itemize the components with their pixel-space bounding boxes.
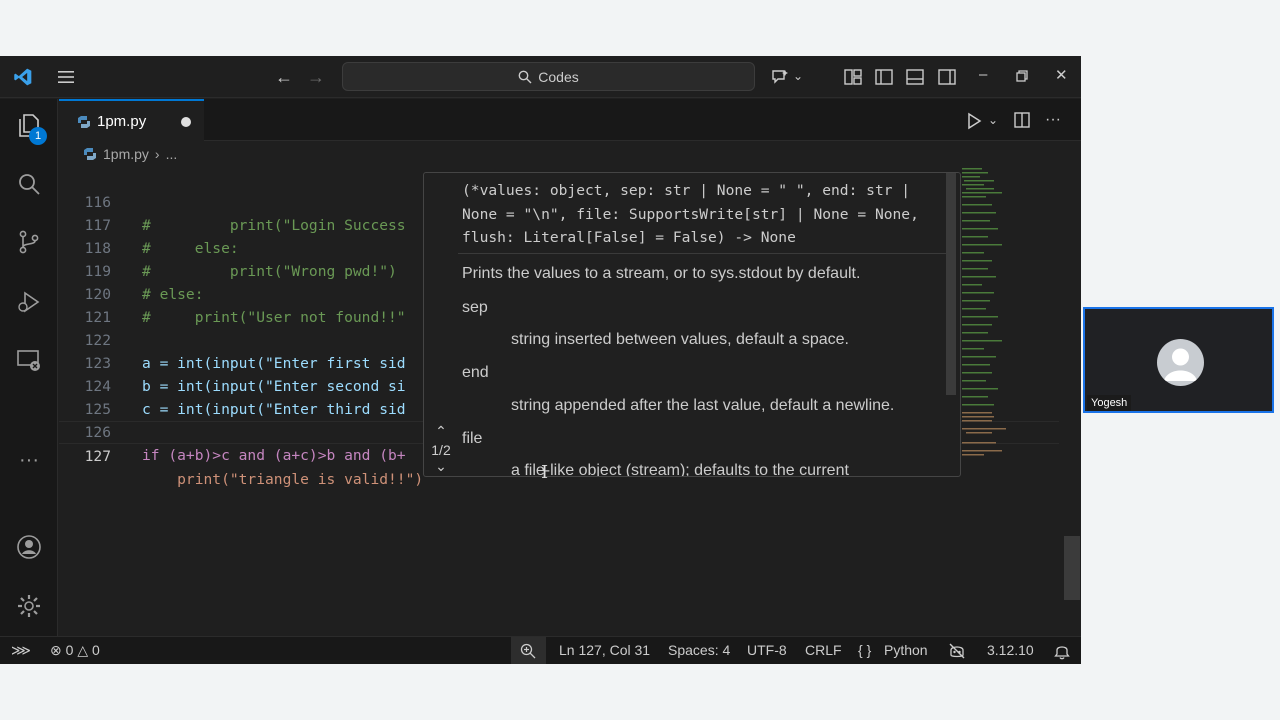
cursor-position[interactable]: Ln 127, Col 31	[559, 642, 650, 658]
avatar	[1157, 339, 1204, 386]
signature-line: (*values: object, sep: str | None = " ",…	[462, 182, 911, 199]
previous-overload-icon[interactable]: ⌃	[424, 423, 458, 440]
language-braces-icon: { }	[858, 642, 872, 658]
function-signature: (*values: object, sep: str | None = " ",…	[462, 179, 952, 250]
warning-icon: △	[77, 642, 89, 658]
run-and-debug-icon[interactable]	[16, 289, 42, 315]
python-interpreter-version[interactable]: 3.12.10	[987, 642, 1034, 658]
indentation[interactable]: Spaces: 4	[668, 642, 730, 658]
param-desc: string appended after the last value, de…	[511, 397, 895, 414]
unsaved-dot-icon[interactable]	[181, 117, 191, 127]
menu-icon[interactable]	[57, 68, 75, 86]
divider	[458, 253, 948, 254]
breadcrumb-more[interactable]: ...	[166, 146, 178, 162]
editor-scrollbar[interactable]	[1064, 536, 1080, 600]
file-encoding[interactable]: UTF-8	[747, 642, 787, 658]
remote-indicator-icon[interactable]: ⋙	[11, 642, 31, 659]
toggle-secondary-sidebar-icon[interactable]	[937, 67, 957, 87]
problems-status[interactable]: ⊗ 0 △ 0	[50, 642, 100, 659]
editor-tabs: 1pm.py ⌄ ···	[59, 99, 1081, 141]
signature-hover-widget[interactable]: (*values: object, sep: str | None = " ",…	[423, 172, 961, 477]
close-icon[interactable]: ✕	[1055, 66, 1068, 84]
error-icon: ⊗	[50, 642, 62, 658]
line-code: print("triangle is valid!!")	[142, 471, 424, 488]
minimap[interactable]	[960, 168, 1060, 458]
hover-scrollbar[interactable]	[946, 173, 956, 395]
activity-bar: 1 ···	[0, 99, 58, 636]
signature-line: None = "\n", file: SupportsWrite[str] | …	[462, 205, 919, 223]
toggle-primary-sidebar-icon[interactable]	[874, 67, 894, 87]
param-name: file	[462, 430, 483, 447]
python-file-icon	[84, 148, 96, 160]
source-control-icon[interactable]	[16, 229, 42, 255]
chevron-down-icon[interactable]: ⌄	[793, 69, 803, 83]
zoom-indicator[interactable]	[511, 637, 546, 664]
split-editor-icon[interactable]	[1013, 111, 1031, 129]
search-icon[interactable]	[16, 171, 42, 197]
title-bar: ← → Codes ⌄ – ✕	[0, 56, 1081, 98]
breadcrumb: 1pm.py › ...	[83, 146, 177, 162]
line-ending[interactable]: CRLF	[805, 642, 842, 658]
more-actions-icon[interactable]: ···	[1045, 111, 1061, 129]
vscode-logo-icon[interactable]	[12, 67, 34, 87]
participant-name: Yogesh	[1087, 395, 1132, 411]
copilot-disabled-icon[interactable]	[948, 642, 966, 660]
screen: ← → Codes ⌄ – ✕ 1 ··· 1pm.py ⌄ ··· 1pm.p…	[0, 0, 1280, 720]
remote-explorer-icon[interactable]	[16, 347, 42, 373]
minimize-icon[interactable]: –	[979, 66, 987, 83]
restore-icon[interactable]	[1014, 68, 1030, 84]
participant-video-tile[interactable]: Yogesh	[1083, 307, 1274, 413]
param-name: sep	[462, 299, 488, 316]
status-bar: ⋙ ⊗ 0 △ 0 Ln 127, Col 31 Spaces: 4 UTF-8…	[0, 636, 1081, 664]
user-silhouette-icon	[1164, 348, 1197, 381]
settings-gear-icon[interactable]	[16, 593, 42, 619]
param-desc: string inserted between values, default …	[511, 331, 849, 348]
search-text: Codes	[538, 68, 579, 85]
warning-count: 0	[91, 642, 100, 658]
vscode-window: ← → Codes ⌄ – ✕ 1 ··· 1pm.py ⌄ ··· 1pm.p…	[0, 56, 1081, 664]
breadcrumb-file[interactable]: 1pm.py	[103, 146, 149, 162]
text-cursor-i-beam-icon: I	[541, 462, 549, 483]
go-forward-icon[interactable]: →	[307, 67, 325, 88]
command-center-search[interactable]: Codes	[342, 62, 755, 91]
tab-label: 1pm.py	[97, 113, 147, 130]
param-desc: a file-like object (stream); defaults to…	[511, 462, 849, 477]
explorer-badge: 1	[29, 127, 47, 145]
notifications-bell-icon[interactable]	[1054, 642, 1070, 660]
tab-1pm-py[interactable]: 1pm.py	[59, 99, 204, 141]
toggle-panel-icon[interactable]	[905, 67, 925, 87]
next-overload-icon[interactable]: ⌄	[424, 458, 458, 475]
go-back-icon[interactable]: ←	[275, 67, 293, 88]
customize-layout-icon[interactable]	[843, 67, 863, 87]
accounts-icon[interactable]	[16, 534, 42, 560]
run-python-file-icon[interactable]	[965, 112, 983, 130]
doc-intro: Prints the values to a stream, or to sys…	[462, 265, 861, 282]
chevron-right-icon: ›	[154, 146, 160, 162]
line-number: 127	[84, 448, 111, 465]
overload-counter: 1/2	[431, 442, 451, 458]
error-count: 0	[65, 642, 74, 658]
zoom-icon	[520, 643, 536, 659]
copilot-chat-icon[interactable]	[770, 67, 790, 87]
signature-line: flush: Literal[False] = False) -> None	[462, 229, 796, 246]
language-mode[interactable]: Python	[884, 642, 928, 658]
python-file-icon	[78, 116, 90, 128]
search-icon	[518, 70, 532, 83]
param-name: end	[462, 364, 489, 381]
run-dropdown-chevron-icon[interactable]: ⌄	[988, 113, 998, 127]
line-code: if (a+b)>c and (a+c)>b and (b+	[142, 447, 406, 464]
more-icon[interactable]: ···	[16, 449, 42, 475]
